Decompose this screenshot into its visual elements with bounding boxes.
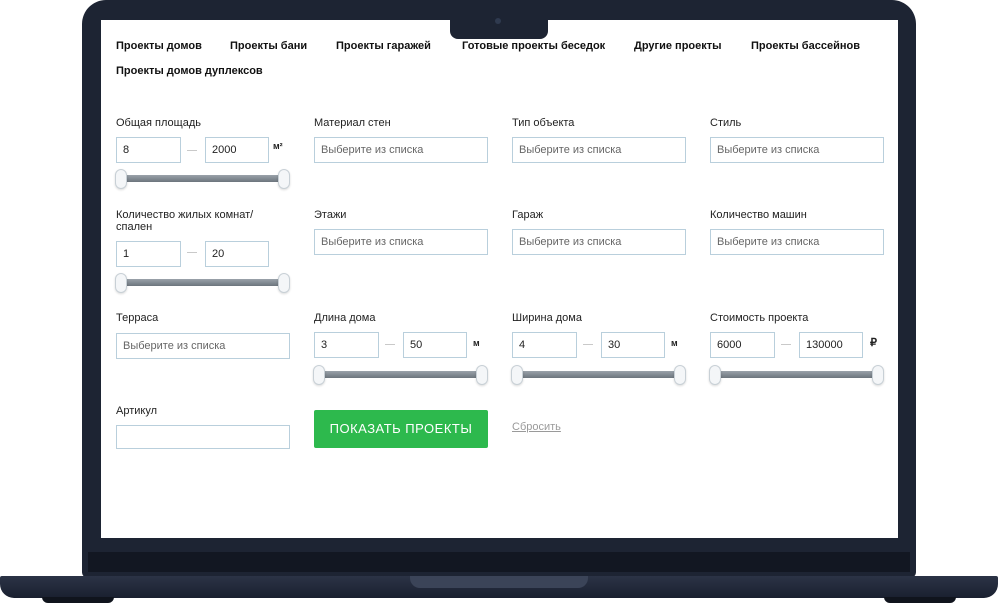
tab-other-projects[interactable]: Другие проекты: [634, 40, 722, 52]
rooms-range-dash: [187, 252, 197, 253]
style-select[interactable]: Выберите из списка: [710, 137, 884, 163]
length-to-input[interactable]: 50: [403, 332, 467, 358]
cost-to-input[interactable]: 130000: [799, 332, 863, 358]
area-slider-handle-max[interactable]: [278, 169, 290, 189]
laptop-mockup: Проекты домов Проекты бани Проекты гараж…: [0, 0, 998, 604]
article-label: Артикул: [116, 405, 158, 417]
tab-duplex-projects[interactable]: Проекты домов дуплексов: [116, 65, 263, 77]
area-range-dash: [187, 150, 197, 151]
width-range-dash: [583, 344, 593, 345]
length-slider-handle-max[interactable]: [476, 365, 488, 385]
tab-garage-projects[interactable]: Проекты гаражей: [336, 40, 431, 52]
width-slider-handle-max[interactable]: [674, 365, 686, 385]
floors-label: Этажи: [314, 209, 347, 221]
length-label: Длина дома: [314, 312, 376, 324]
camera-icon: [495, 18, 501, 24]
length-slider-handle-min[interactable]: [313, 365, 325, 385]
cost-slider-handle-max[interactable]: [872, 365, 884, 385]
cost-slider-track[interactable]: [715, 371, 879, 378]
cars-select[interactable]: Выберите из списка: [710, 229, 884, 255]
terrace-select[interactable]: Выберите из списка: [116, 333, 290, 359]
garage-label: Гараж: [512, 209, 544, 221]
area-to-input[interactable]: 2000: [205, 137, 269, 163]
laptop-hinge: [88, 552, 910, 572]
screen: Проекты домов Проекты бани Проекты гараж…: [101, 20, 898, 538]
width-unit: м: [671, 338, 678, 348]
wall-material-select[interactable]: Выберите из списка: [314, 137, 488, 163]
tab-gazebo-projects[interactable]: Готовые проекты беседок: [462, 40, 605, 52]
laptop-foot-right: [884, 597, 956, 603]
length-from-input[interactable]: 3: [314, 332, 379, 358]
cars-label: Количество машин: [710, 209, 807, 221]
cost-from-input[interactable]: 6000: [710, 332, 775, 358]
area-unit: м²: [273, 141, 283, 151]
rooms-to-input[interactable]: 20: [205, 241, 269, 267]
object-type-label: Тип объекта: [512, 117, 575, 129]
rooms-slider-handle-min[interactable]: [115, 273, 127, 293]
width-to-input[interactable]: 30: [601, 332, 665, 358]
area-slider-handle-min[interactable]: [115, 169, 127, 189]
width-slider-handle-min[interactable]: [511, 365, 523, 385]
cost-currency: ₽: [870, 337, 877, 349]
tab-house-projects[interactable]: Проекты домов: [116, 40, 202, 52]
laptop-groove: [410, 576, 588, 588]
cost-label: Стоимость проекта: [710, 312, 809, 324]
length-range-dash: [385, 344, 395, 345]
tab-pool-projects[interactable]: Проекты бассейнов: [751, 40, 860, 52]
width-label: Ширина дома: [512, 312, 582, 324]
rooms-from-input[interactable]: 1: [116, 241, 181, 267]
length-unit: м: [473, 338, 480, 348]
area-from-input[interactable]: 8: [116, 137, 181, 163]
object-type-select[interactable]: Выберите из списка: [512, 137, 686, 163]
show-projects-button[interactable]: ПОКАЗАТЬ ПРОЕКТЫ: [314, 410, 488, 448]
length-slider-track[interactable]: [319, 371, 483, 378]
terrace-label: Терраса: [116, 312, 159, 324]
rooms-slider-handle-max[interactable]: [278, 273, 290, 293]
garage-select[interactable]: Выберите из списка: [512, 229, 686, 255]
rooms-label: Количество жилых комнат/ спален: [116, 209, 254, 233]
article-input[interactable]: [116, 425, 290, 449]
floors-select[interactable]: Выберите из списка: [314, 229, 488, 255]
rooms-slider-track[interactable]: [121, 279, 285, 286]
width-slider-track[interactable]: [517, 371, 681, 378]
wall-material-label: Материал стен: [314, 117, 391, 129]
width-from-input[interactable]: 4: [512, 332, 577, 358]
cost-slider-handle-min[interactable]: [709, 365, 721, 385]
area-slider-track[interactable]: [121, 175, 285, 182]
laptop-foot-left: [42, 597, 114, 603]
style-label: Стиль: [710, 117, 742, 129]
area-label: Общая площадь: [116, 117, 201, 129]
reset-link[interactable]: Сбросить: [512, 421, 561, 433]
cost-range-dash: [781, 344, 791, 345]
tab-bath-projects[interactable]: Проекты бани: [230, 40, 307, 52]
